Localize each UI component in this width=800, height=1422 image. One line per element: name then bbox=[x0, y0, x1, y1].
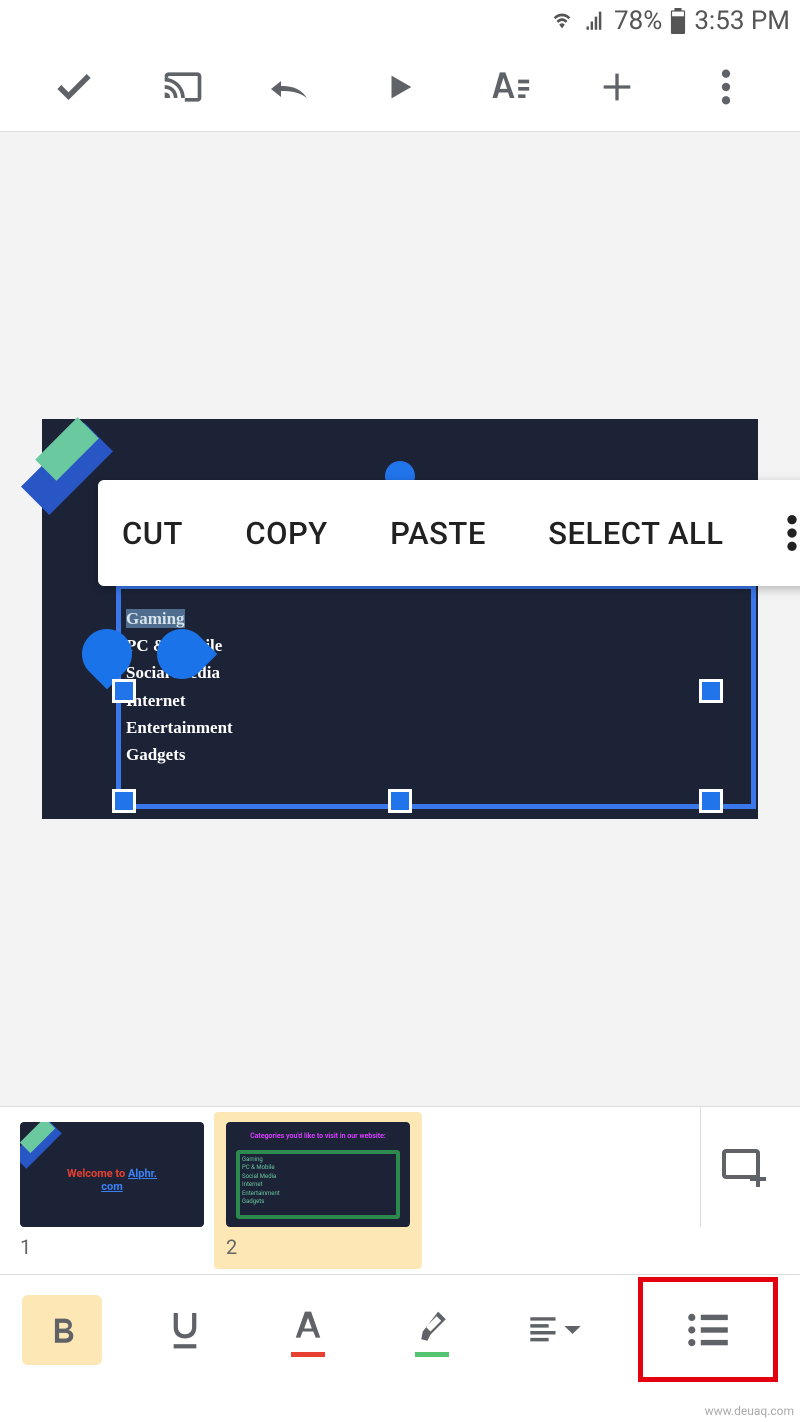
align-button[interactable] bbox=[515, 1295, 595, 1365]
undo-icon[interactable] bbox=[261, 57, 321, 117]
signal-icon bbox=[584, 10, 606, 32]
watermark: www.deuaq.com bbox=[705, 1404, 794, 1418]
bold-button[interactable] bbox=[22, 1295, 102, 1365]
resize-handle[interactable] bbox=[699, 789, 723, 813]
battery-percent: 78% bbox=[614, 6, 662, 36]
selection-handle-right[interactable] bbox=[147, 619, 218, 690]
resize-handle[interactable] bbox=[112, 679, 136, 703]
slide-filmstrip: Welcome to Alphr.com 1 Categories you'd … bbox=[0, 1106, 800, 1274]
thumb-number: 2 bbox=[226, 1235, 237, 1259]
underline-button[interactable] bbox=[145, 1295, 225, 1365]
status-bar: 78% 3:53 PM bbox=[0, 0, 800, 42]
text-format-icon[interactable] bbox=[479, 57, 539, 117]
resize-handle[interactable] bbox=[112, 789, 136, 813]
select-all-button[interactable]: SELECT ALL bbox=[548, 515, 723, 552]
resize-handle[interactable] bbox=[388, 789, 412, 813]
resize-handle[interactable] bbox=[699, 679, 723, 703]
new-slide-button[interactable] bbox=[700, 1107, 790, 1227]
more-icon[interactable] bbox=[696, 57, 756, 117]
cut-button[interactable]: CUT bbox=[122, 515, 183, 552]
list-item[interactable]: Gaming bbox=[126, 609, 185, 628]
slide-canvas[interactable]: Gaming PC & Mobile Social Media Internet… bbox=[0, 132, 800, 1106]
list-button[interactable] bbox=[638, 1277, 778, 1382]
format-toolbar bbox=[0, 1274, 800, 1384]
battery-icon bbox=[670, 8, 686, 34]
thumb-number: 1 bbox=[20, 1235, 31, 1259]
play-icon[interactable] bbox=[370, 57, 430, 117]
slide-thumb-2[interactable]: Categories you'd like to visit in our we… bbox=[214, 1112, 422, 1269]
context-menu: CUT COPY PASTE SELECT ALL bbox=[98, 480, 800, 586]
top-toolbar bbox=[0, 42, 800, 132]
context-more-icon[interactable] bbox=[786, 513, 798, 553]
list-item[interactable]: Gadgets bbox=[126, 741, 233, 768]
slide-thumb-1[interactable]: Welcome to Alphr.com 1 bbox=[20, 1122, 204, 1259]
list-item[interactable]: Entertainment bbox=[126, 714, 233, 741]
add-button[interactable] bbox=[587, 57, 647, 117]
list-item[interactable]: Internet bbox=[126, 687, 233, 714]
text-color-button[interactable] bbox=[268, 1295, 348, 1365]
done-button[interactable] bbox=[44, 57, 104, 117]
paste-button[interactable]: PASTE bbox=[390, 515, 486, 552]
text-selection-handles[interactable] bbox=[82, 629, 207, 679]
highlight-button[interactable] bbox=[392, 1295, 472, 1365]
current-slide[interactable]: Gaming PC & Mobile Social Media Internet… bbox=[42, 419, 758, 819]
clock-time: 3:53 PM bbox=[694, 6, 790, 36]
wifi-icon bbox=[548, 10, 576, 32]
copy-button[interactable]: COPY bbox=[245, 515, 327, 552]
cast-icon[interactable] bbox=[153, 57, 213, 117]
